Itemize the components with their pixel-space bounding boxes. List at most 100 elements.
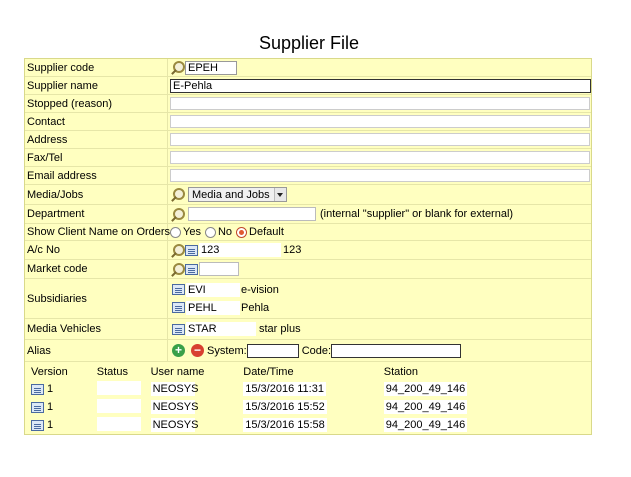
department-label: Department [25, 205, 168, 223]
contact-label: Contact [25, 113, 168, 130]
subsidiary-code[interactable]: EVI [186, 282, 240, 297]
radio-no-label: No [217, 226, 233, 238]
fax-tel-input[interactable] [170, 151, 590, 164]
col-version: Version [31, 366, 68, 378]
supplier-code-input[interactable] [185, 60, 237, 75]
versions-header: Version Status User name Date/Time Stati… [25, 364, 591, 380]
radio-default-label: Default [249, 226, 284, 238]
media-jobs-search-icon[interactable] [170, 187, 185, 202]
version-record-icon[interactable] [31, 419, 44, 431]
media-vehicles-label: Media Vehicles [25, 319, 168, 339]
subsidiary-name: e-vision [241, 283, 279, 296]
col-user: User name [150, 366, 205, 378]
department-search-icon[interactable] [170, 207, 185, 222]
row-supplier-name: Supplier name [25, 77, 591, 95]
ac-no-input[interactable]: 123 [199, 243, 281, 257]
media-vehicle-record-icon[interactable] [172, 323, 185, 335]
supplier-name-label: Supplier name [25, 77, 168, 94]
media-jobs-label: Media/Jobs [25, 185, 168, 204]
contact-input[interactable] [170, 115, 590, 128]
row-show-client: Show Client Name on Orders Yes No Defaul… [25, 224, 591, 241]
department-input[interactable] [188, 207, 316, 221]
datetime-cell: 15/3/2016 11:31 [243, 382, 326, 396]
ac-no-record-icon[interactable] [185, 244, 198, 256]
subsidiary-item: PEHL Pehla [170, 299, 269, 317]
row-stopped: Stopped (reason) [25, 95, 591, 113]
media-jobs-selected: Media and Jobs [192, 188, 270, 201]
alias-code-input[interactable] [331, 343, 462, 358]
alias-label: Alias [25, 340, 168, 361]
row-contact: Contact [25, 113, 591, 131]
subsidiary-item: EVI e-vision [170, 281, 279, 299]
datetime-cell: 15/3/2016 15:58 [243, 418, 327, 432]
table-row[interactable]: 1 NEOSYS 15/3/2016 15:52 94_200_49_146 [25, 398, 591, 416]
subsidiary-record-icon[interactable] [172, 302, 185, 313]
media-vehicle-name: star plus [259, 323, 301, 335]
status-cell [96, 416, 141, 431]
subsidiary-record-icon[interactable] [172, 284, 185, 295]
row-media-jobs: Media/Jobs Media and Jobs [25, 185, 591, 205]
market-code-input[interactable] [199, 262, 239, 276]
col-station: Station [383, 366, 418, 378]
fax-tel-label: Fax/Tel [25, 149, 168, 166]
ac-no-display: 123 [283, 244, 302, 256]
row-supplier-code: Supplier code [25, 59, 591, 77]
table-row[interactable]: 1 NEOSYS 15/3/2016 15:58 94_200_49_146 [25, 416, 591, 434]
supplier-code-label: Supplier code [25, 59, 168, 76]
stopped-label: Stopped (reason) [25, 95, 168, 112]
address-label: Address [25, 131, 168, 148]
user-cell: NEOSYS [150, 418, 199, 432]
row-fax-tel: Fax/Tel [25, 149, 591, 167]
radio-yes-label: Yes [183, 226, 201, 238]
market-code-record-icon[interactable] [185, 263, 198, 275]
datetime-cell: 15/3/2016 15:52 [243, 400, 327, 414]
version-cell: 1 [47, 419, 54, 431]
row-ac-no: A/c No 123 123 [25, 241, 591, 260]
subsidiary-code[interactable]: PEHL [186, 300, 240, 315]
media-jobs-select[interactable]: Media and Jobs [188, 187, 287, 202]
subsidiary-name: Pehla [241, 301, 270, 314]
version-record-icon[interactable] [31, 401, 44, 413]
row-media-vehicles: Media Vehicles STAR star plus [25, 319, 591, 340]
status-cell [96, 380, 141, 395]
version-record-icon[interactable] [31, 383, 44, 395]
user-cell: NEOSYS [150, 382, 199, 396]
status-cell [96, 398, 141, 413]
version-cell: 1 [47, 383, 54, 395]
address-input[interactable] [170, 133, 590, 146]
row-alias: Alias + − System: Code: [25, 340, 591, 362]
remove-alias-minus-icon[interactable]: − [191, 344, 204, 357]
market-code-search-icon[interactable] [170, 262, 185, 277]
table-row[interactable]: 1 NEOSYS 15/3/2016 11:31 94_200_49_146 [25, 380, 591, 398]
department-hint: (internal "supplier" or blank for extern… [320, 208, 514, 220]
market-code-label: Market code [25, 260, 168, 278]
ac-no-search-icon[interactable] [170, 243, 185, 258]
chevron-down-icon [273, 188, 286, 201]
radio-no[interactable] [204, 226, 216, 238]
email-label: Email address [25, 167, 168, 184]
stopped-reason-input[interactable] [170, 97, 590, 110]
alias-system-input[interactable] [246, 343, 299, 358]
station-cell: 94_200_49_146 [383, 418, 468, 432]
col-status: Status [96, 366, 128, 378]
version-cell: 1 [47, 401, 54, 413]
alias-code-label: Code: [301, 344, 332, 357]
show-client-label: Show Client Name on Orders [27, 224, 171, 240]
email-input[interactable] [170, 169, 590, 182]
page-title: Supplier File [258, 33, 360, 53]
subsidiaries-label: Subsidiaries [25, 279, 168, 318]
add-alias-plus-icon[interactable]: + [172, 344, 185, 357]
row-email: Email address [25, 167, 591, 185]
col-datetime: Date/Time [243, 366, 294, 378]
row-address: Address [25, 131, 591, 149]
radio-yes[interactable] [170, 226, 181, 238]
ac-no-label: A/c No [25, 241, 168, 259]
radio-default[interactable] [236, 226, 248, 238]
station-cell: 94_200_49_146 [383, 382, 468, 396]
versions-table: Version Status User name Date/Time Stati… [25, 362, 591, 434]
row-department: Department (internal "supplier" or blank… [25, 205, 591, 224]
supplier-name-input[interactable] [170, 78, 591, 93]
row-market-code: Market code [25, 260, 591, 279]
media-vehicle-code[interactable]: STAR [186, 322, 256, 336]
supplier-code-search-icon[interactable] [170, 60, 185, 75]
